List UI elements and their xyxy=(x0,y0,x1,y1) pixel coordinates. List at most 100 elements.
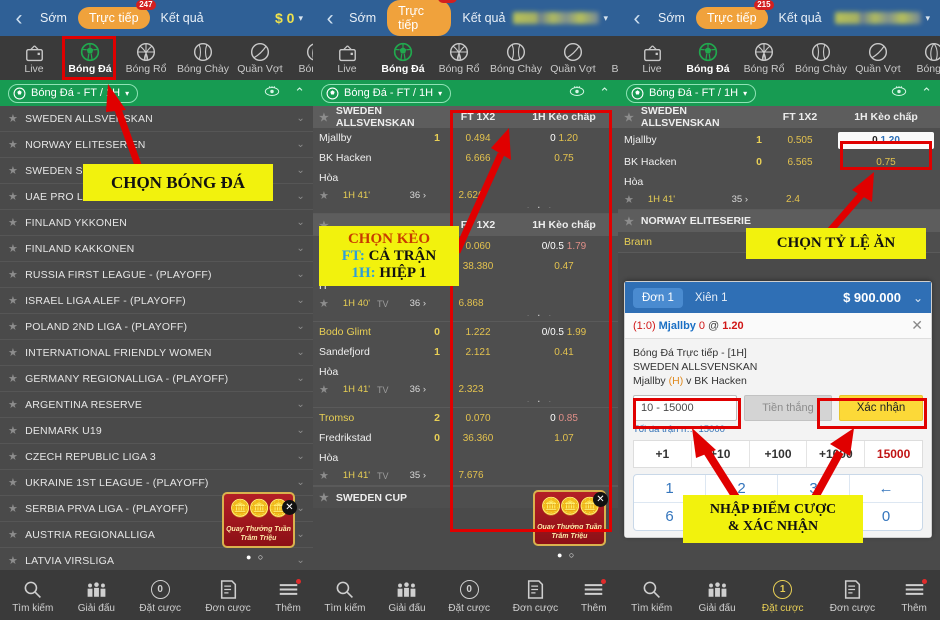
league-header-row[interactable]: ★ SWEDEN ALLSVENSKAN FT 1X2 1H Kèo chấp xyxy=(618,105,940,129)
sport-tab-baseball[interactable]: Bóng Chày xyxy=(174,42,232,75)
odds-ft-x[interactable]: 6.868 xyxy=(433,298,509,309)
sport-tab-volleyball[interactable]: Bóng C xyxy=(906,42,940,75)
odds-1h-2[interactable]: 0.47 xyxy=(516,261,612,272)
sport-tab-football[interactable]: Bóng Đá xyxy=(62,42,118,75)
star-icon[interactable]: ★ xyxy=(624,215,634,228)
chevron-down-icon[interactable]: ⌄ xyxy=(296,477,305,488)
close-icon[interactable]: ✕ xyxy=(911,317,923,334)
nav-search[interactable]: Tìm kiếm xyxy=(12,580,53,614)
star-icon[interactable]: ★ xyxy=(8,190,18,203)
tab-parlay[interactable]: Xiên 1 xyxy=(689,288,734,308)
star-icon[interactable]: ★ xyxy=(624,193,634,206)
chevron-down-icon[interactable]: ⌄ xyxy=(296,399,305,410)
star-icon[interactable]: ★ xyxy=(319,111,329,124)
balance-area[interactable]: ▾ xyxy=(513,12,612,24)
list-item[interactable]: ★ POLAND 2ND LIGA - (PLAYOFF) ⌄ xyxy=(0,314,313,340)
nav-more[interactable]: Thêm xyxy=(901,578,927,614)
odds-ft-2[interactable]: 36.360 xyxy=(440,433,516,444)
star-icon[interactable]: ★ xyxy=(8,138,18,151)
star-icon[interactable]: ★ xyxy=(8,372,18,385)
odds-ft-2[interactable]: 2.121 xyxy=(440,347,516,358)
chevron-down-icon[interactable]: ⌄ xyxy=(296,139,305,150)
sport-tab-basketball[interactable]: Bóng Rổ xyxy=(431,42,487,75)
balance-area[interactable]: ▾ xyxy=(835,12,934,24)
nav-betslip[interactable]: Đơn cược xyxy=(205,580,251,614)
odds-1h-2[interactable]: 0.75 xyxy=(838,157,934,168)
star-icon[interactable]: ★ xyxy=(8,320,18,333)
sport-tab-live[interactable]: Live xyxy=(6,42,62,75)
star-icon[interactable]: ★ xyxy=(319,297,329,310)
promo-banner[interactable]: 🪙🪙🪙 Quay Thưởng Tuần Trăm Triệu xyxy=(222,492,295,548)
odds-ft-x[interactable]: 7.676 xyxy=(433,470,509,481)
confirm-button[interactable]: Xác nhận xyxy=(839,395,923,421)
nav-search[interactable]: Tìm kiếm xyxy=(324,580,366,614)
chevron-down-icon[interactable]: ⌄ xyxy=(296,503,305,514)
nav-leagues[interactable]: Giải đấu xyxy=(388,580,426,614)
sport-tab-tennis[interactable]: Quần Vợt xyxy=(850,42,906,75)
markets-count[interactable]: 35 › xyxy=(732,194,748,205)
list-item[interactable]: ★ FINLAND KAKKONEN ⌄ xyxy=(0,236,313,262)
star-icon[interactable]: ★ xyxy=(8,268,18,281)
nav-search[interactable]: Tìm kiếm xyxy=(631,580,672,614)
tab-early[interactable]: Sớm xyxy=(650,11,693,25)
promo-close-icon[interactable]: ✕ xyxy=(593,492,608,507)
sport-tab-football[interactable]: Bóng Đá xyxy=(680,42,736,75)
match-row[interactable]: Tromso 2 0.070 0 0.85 Fredrikstad 0 36.360… xyxy=(313,408,618,486)
chevron-down-icon[interactable]: ⌄ xyxy=(296,113,305,124)
star-icon[interactable]: ★ xyxy=(8,424,18,437)
nav-leagues[interactable]: Giải đấu xyxy=(78,580,115,614)
star-icon[interactable]: ★ xyxy=(8,528,18,541)
back-icon[interactable]: ‹ xyxy=(319,8,341,29)
chevron-down-icon[interactable]: ⌄ xyxy=(296,555,305,566)
list-item[interactable]: ★ CZECH REPUBLIC LIGA 3 ⌄ xyxy=(0,444,313,470)
odds-1h-2[interactable]: 0.41 xyxy=(516,347,612,358)
star-icon[interactable]: ★ xyxy=(8,216,18,229)
match-row[interactable]: Mjallby 1 0.505 0 1.20 BK Hacken 0 6.565 0… xyxy=(618,128,940,210)
sport-tab-baseball[interactable]: Bóng Chày xyxy=(487,42,545,75)
sport-tab-volleyball[interactable]: Bóng C xyxy=(288,42,313,75)
chevron-down-icon[interactable]: ⌄ xyxy=(296,373,305,384)
list-item[interactable]: ★ INTERNATIONAL FRIENDLY WOMEN ⌄ xyxy=(0,340,313,366)
market-filter-pill[interactable]: Bóng Đá - FT / 1H ▾ xyxy=(626,83,757,103)
list-item[interactable]: ★ GERMANY REGIONALLIGA - (PLAYOFF) ⌄ xyxy=(0,366,313,392)
nav-betslip[interactable]: Đơn cược xyxy=(513,580,558,614)
back-icon[interactable]: ‹ xyxy=(6,8,32,29)
chevron-down-icon[interactable]: ⌄ xyxy=(296,217,305,228)
odds-1h-1-selected[interactable]: 0 1.20 xyxy=(838,131,934,149)
markets-count[interactable]: 36 › xyxy=(410,384,426,395)
tab-early[interactable]: Sớm xyxy=(32,11,75,25)
nav-leagues[interactable]: Giải đấu xyxy=(698,580,736,614)
chevron-down-icon[interactable]: ⌄ xyxy=(296,191,305,202)
odds-ft-x[interactable]: 2.323 xyxy=(433,384,509,395)
sport-tab-basketball[interactable]: Bóng Rổ xyxy=(736,42,792,75)
chevron-down-icon[interactable]: ⌄ xyxy=(296,451,305,462)
chevron-down-icon[interactable]: ▾ xyxy=(298,13,303,24)
nav-bets[interactable]: 0 Đặt cược xyxy=(139,580,181,614)
list-item[interactable]: ★ DENMARK U19 ⌄ xyxy=(0,418,313,444)
chevron-down-icon[interactable]: ⌄ xyxy=(296,529,305,540)
sport-tab-tennis[interactable]: Quần Vợt xyxy=(545,42,601,75)
markets-count[interactable]: 35 › xyxy=(410,470,426,481)
sport-tab-tennis[interactable]: Quần Vợt xyxy=(232,42,288,75)
sport-tab-volleyball[interactable]: Bóng C xyxy=(601,42,618,75)
eye-icon[interactable] xyxy=(891,85,907,100)
eye-icon[interactable] xyxy=(264,85,280,100)
eye-icon[interactable] xyxy=(569,85,585,100)
tab-results[interactable]: Kết quả xyxy=(771,11,830,25)
nav-betslip[interactable]: Đơn cược xyxy=(830,580,875,614)
nav-bets[interactable]: 0 Đặt cược xyxy=(448,580,490,614)
star-icon[interactable]: ★ xyxy=(8,450,18,463)
odds-1h-1[interactable]: 0/0.5 1.79 xyxy=(516,241,612,252)
sport-tab-basketball[interactable]: Bóng Rổ xyxy=(118,42,174,75)
tab-single[interactable]: Đơn 1 xyxy=(633,287,683,308)
list-item[interactable]: ★ ARGENTINA RESERVE ⌄ xyxy=(0,392,313,418)
stake-input[interactable]: 10 - 15000 xyxy=(633,395,737,421)
markets-count[interactable]: 36 › xyxy=(410,298,426,309)
star-icon[interactable]: ★ xyxy=(8,294,18,307)
chevron-down-icon[interactable]: ⌄ xyxy=(296,295,305,306)
star-icon[interactable]: ★ xyxy=(8,164,18,177)
tab-live[interactable]: Trực tiếp 213 xyxy=(387,0,458,36)
odds-ft-1[interactable]: 0.070 xyxy=(440,413,516,424)
list-item[interactable]: ★ SWEDEN ALLSVENSKAN ⌄ xyxy=(0,106,313,132)
tab-results[interactable]: Kết quả xyxy=(153,11,212,25)
